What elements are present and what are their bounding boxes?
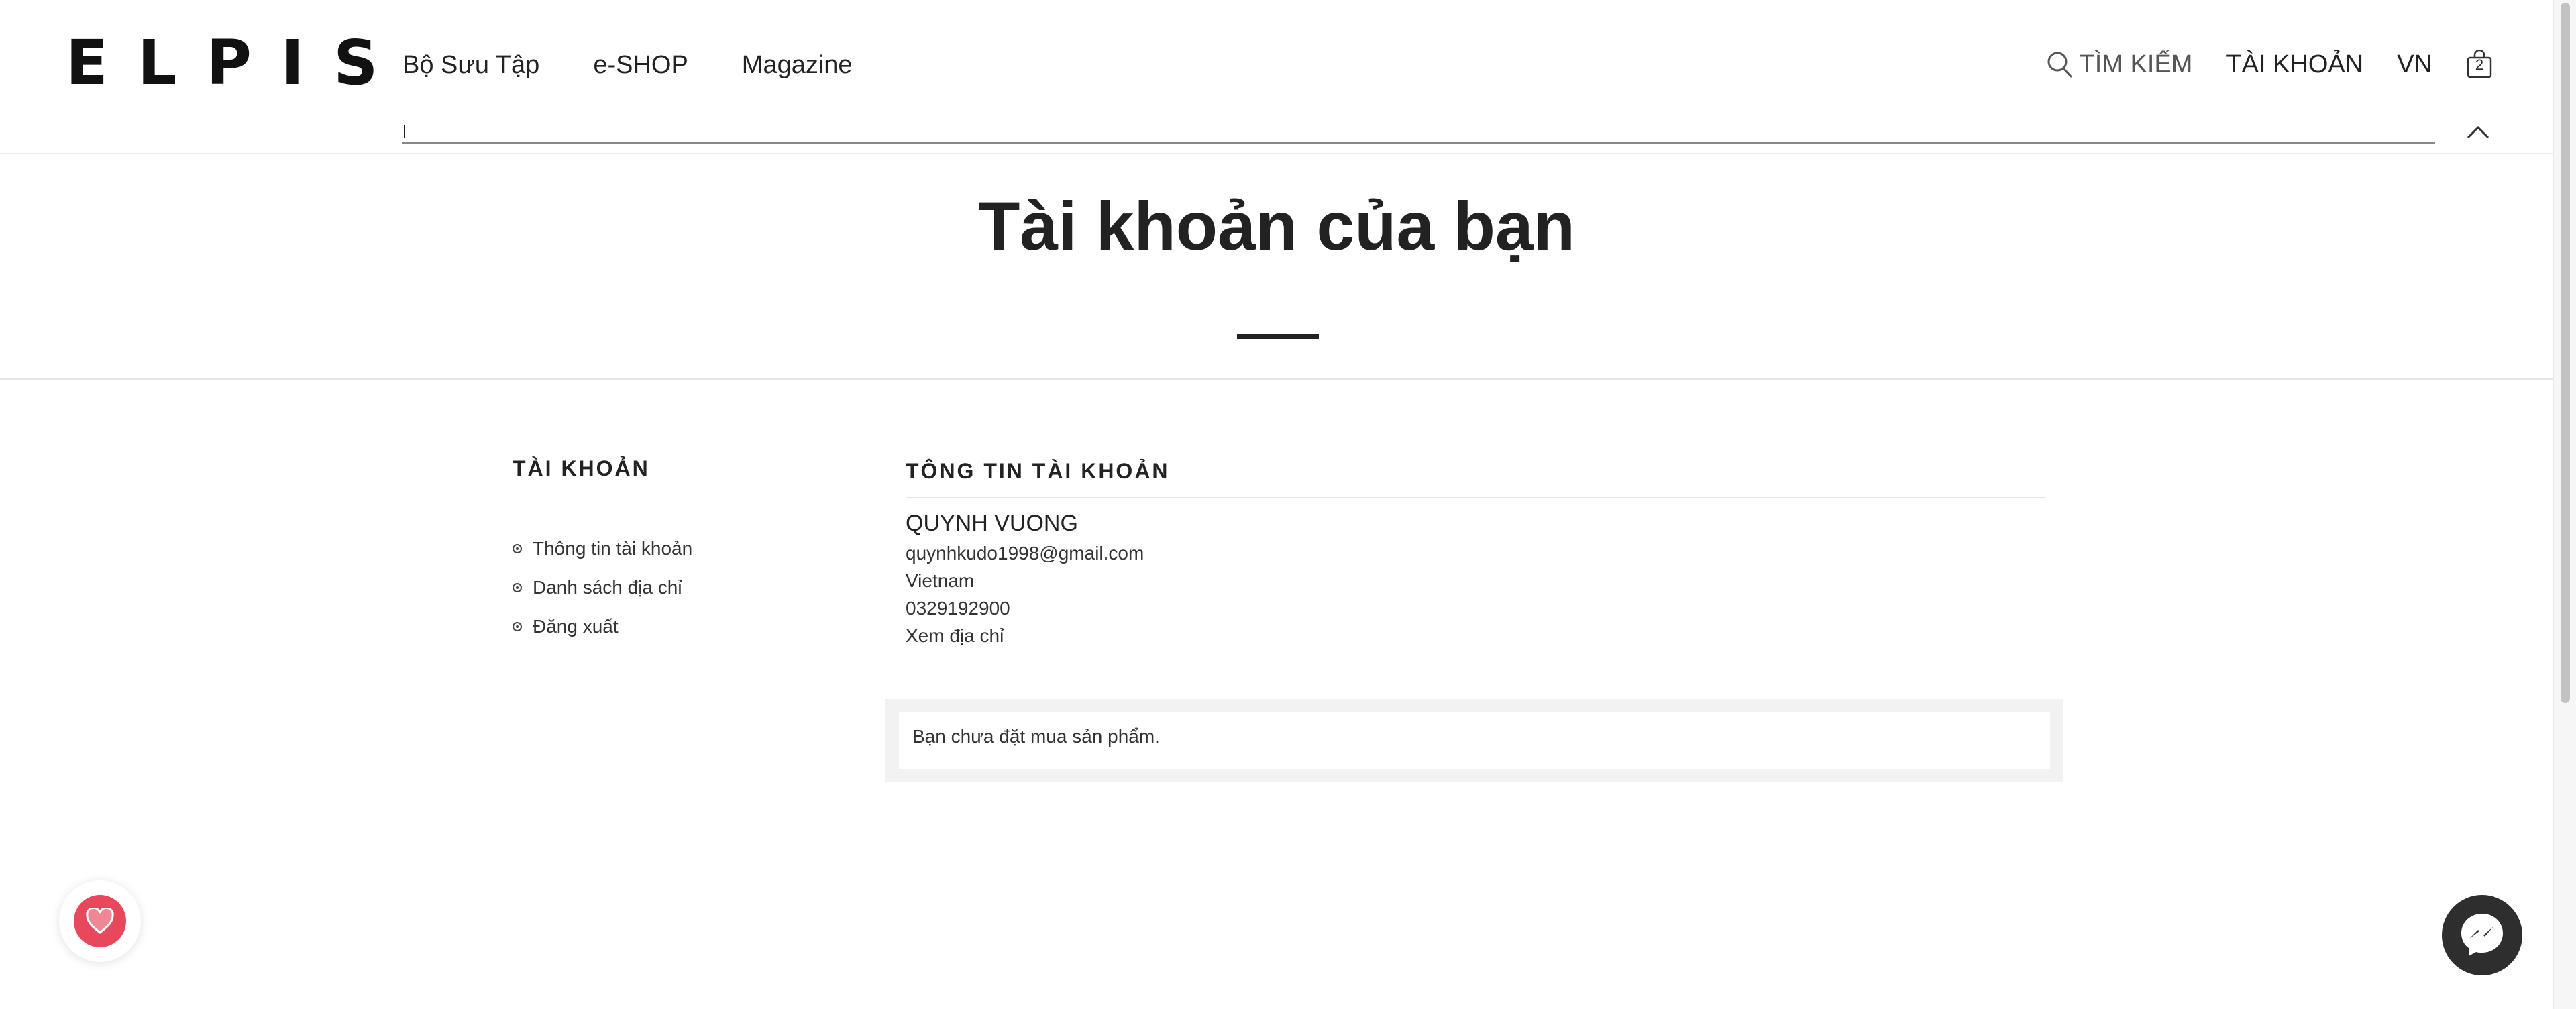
account-link[interactable]: TÀI KHOẢN (2226, 50, 2363, 79)
cart-button[interactable]: 2 (2466, 49, 2493, 79)
page-title-band: Tài khoản của bạn (0, 156, 2553, 380)
nav-item-magazine[interactable]: Magazine (742, 51, 853, 80)
site-header: ELPIS Bộ Sưu Tập e-SHOP Magazine TÌM KIẾ… (0, 0, 2553, 154)
view-address-link[interactable]: Xem địa chỉ (906, 625, 2046, 647)
search-label: TÌM KIẾM (2079, 50, 2193, 78)
bullet-icon (513, 583, 522, 592)
sidebar-item-label: Đăng xuất (533, 616, 619, 637)
messenger-chat-button[interactable] (2442, 895, 2522, 975)
messenger-icon (2461, 914, 2503, 956)
nav-item-eshop[interactable]: e-SHOP (593, 51, 688, 80)
text-cursor (404, 125, 405, 138)
search-input[interactable] (402, 119, 2435, 144)
account-sidebar: TÀI KHOẢN Thông tin tài khoản Danh sách … (513, 456, 821, 646)
header-actions: TÌM KIẾM TÀI KHOẢN VN 2 (2046, 49, 2493, 79)
title-divider (1237, 334, 1319, 339)
orders-panel: Bạn chưa đặt mua sản phẩm. (885, 699, 2063, 782)
sidebar-item-account-info[interactable]: Thông tin tài khoản (513, 529, 821, 568)
user-phone: 0329192900 (906, 598, 1010, 619)
language-switcher[interactable]: VN (2397, 50, 2432, 79)
section-title: TÔNG TIN TÀI KHOẢN (906, 459, 2046, 498)
orders-empty-message: Bạn chưa đặt mua sản phẩm. (899, 712, 2050, 769)
search-toggle[interactable]: TÌM KIẾM (2046, 50, 2193, 79)
page-title: Tài khoản của bạn (978, 188, 1575, 264)
nav-item-collection[interactable]: Bộ Sưu Tập (402, 51, 539, 80)
page-scrollbar[interactable] (2553, 0, 2576, 1009)
user-email: quynhkudo1998@gmail.com (906, 543, 1144, 564)
user-country: Vietnam (906, 570, 975, 591)
sidebar-item-address-list[interactable]: Danh sách địa chỉ (513, 568, 821, 607)
site-logo[interactable]: ELPIS (66, 32, 407, 94)
main-nav: Bộ Sưu Tập e-SHOP Magazine (402, 51, 853, 80)
sidebar-item-label: Danh sách địa chỉ (533, 577, 682, 598)
sidebar-item-logout[interactable]: Đăng xuất (513, 607, 821, 646)
heart-icon (86, 908, 114, 934)
sidebar-item-label: Thông tin tài khoản (533, 538, 693, 559)
bullet-icon (513, 544, 522, 553)
chevron-up-icon (2467, 125, 2489, 139)
search-icon (2047, 52, 2072, 78)
wishlist-button[interactable] (59, 880, 141, 962)
user-name: QUYNH VUONG (906, 511, 1078, 536)
account-info-panel: TÔNG TIN TÀI KHOẢN QUYNH VUONG quynhkudo… (906, 459, 2046, 647)
sidebar-title: TÀI KHOẢN (513, 456, 650, 480)
bullet-icon (513, 622, 522, 631)
wishlist-badge (74, 895, 126, 947)
collapse-search-button[interactable] (2466, 123, 2490, 140)
cart-count-badge: 2 (2475, 56, 2484, 73)
scrollbar-thumb[interactable] (2561, 3, 2570, 703)
